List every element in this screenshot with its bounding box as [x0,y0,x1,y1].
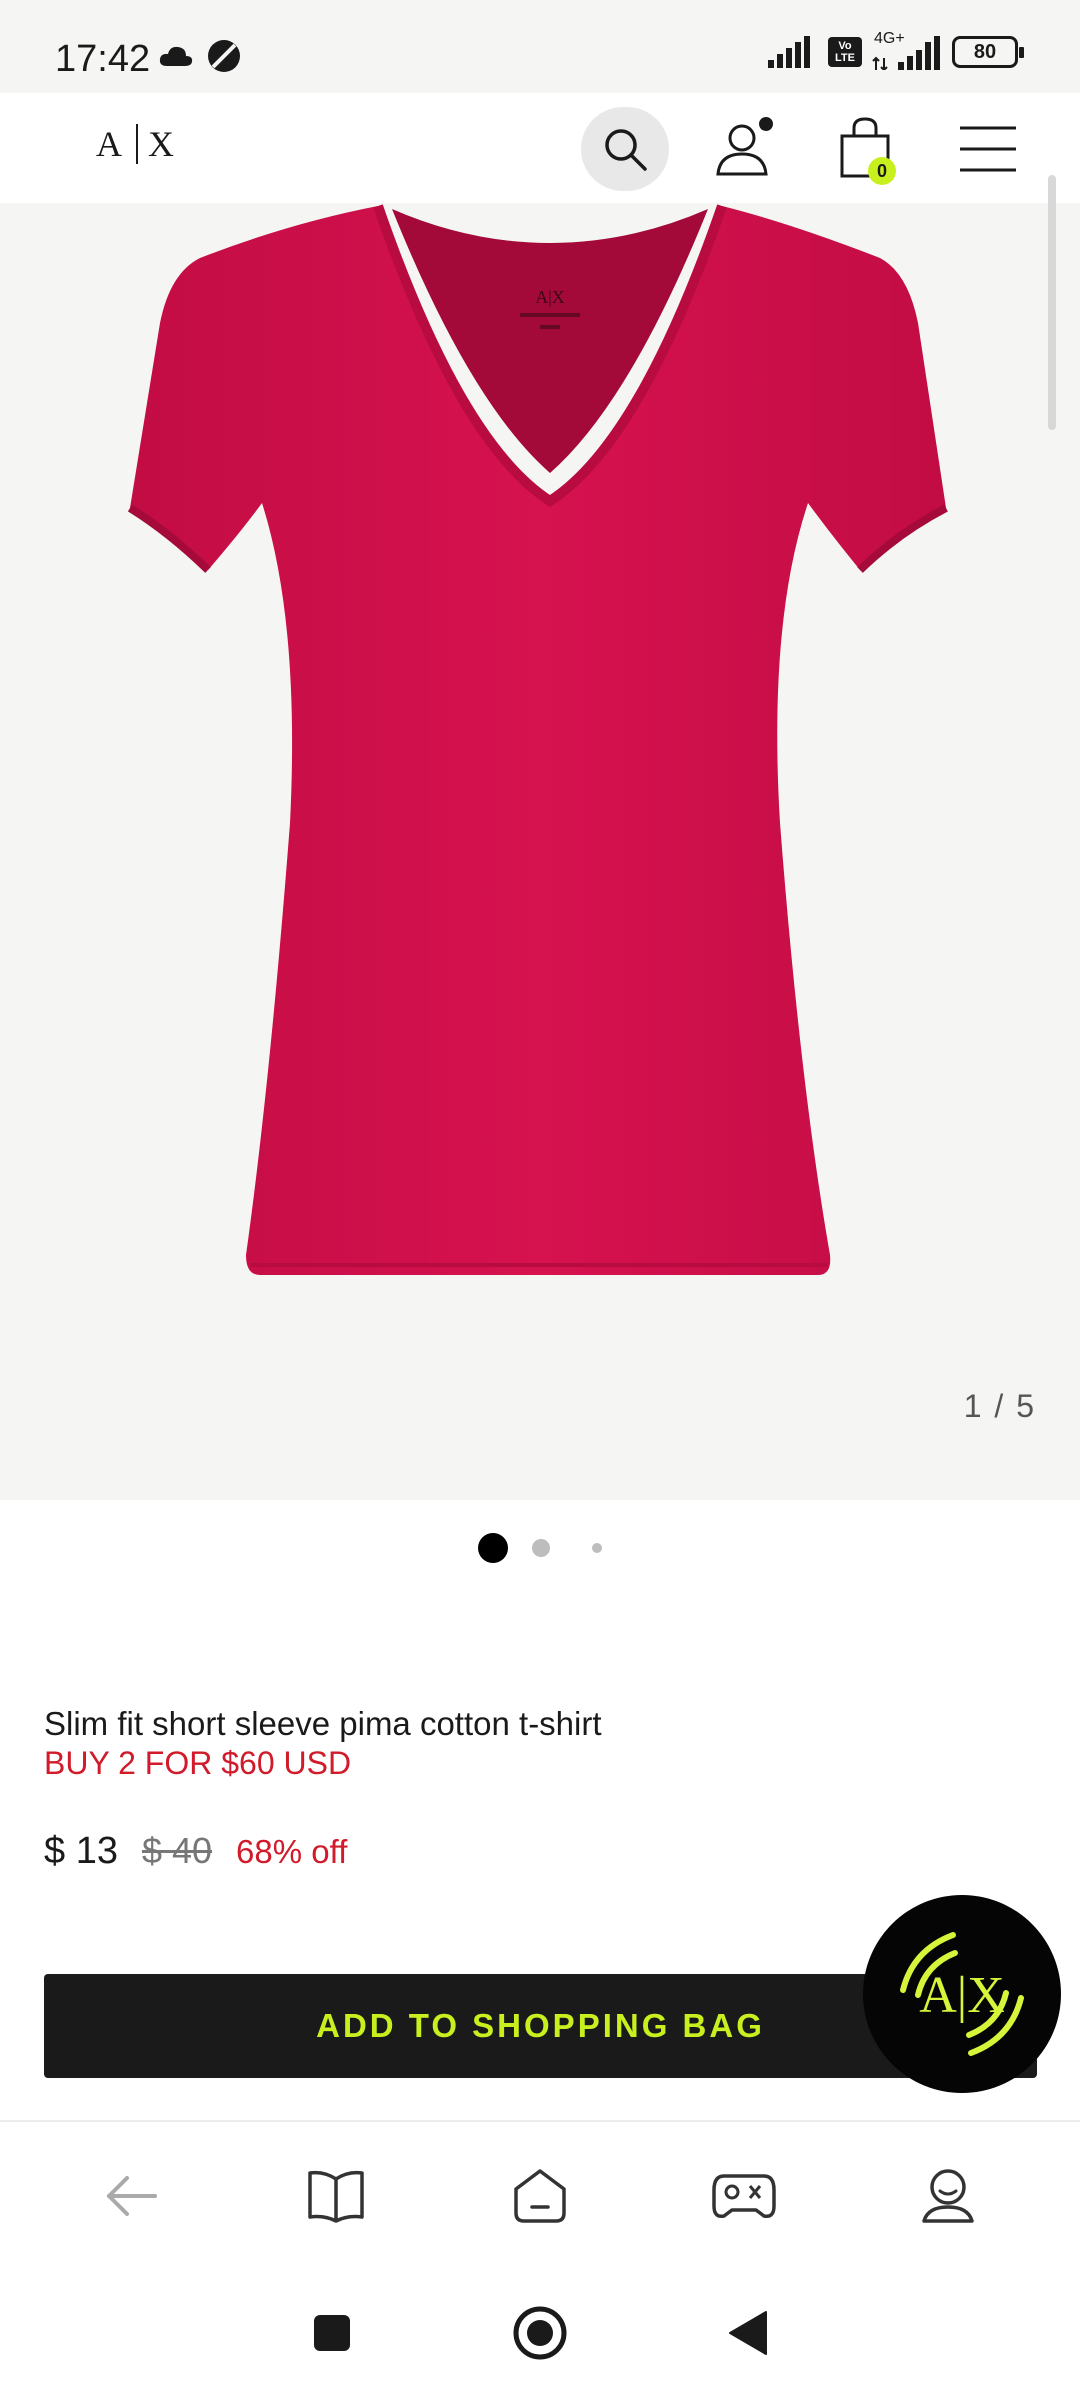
back-triangle-icon [729,2310,767,2355]
status-bar: 17:42 Vo LTE 4G+ 80 [0,0,1080,93]
home-icon [514,2169,566,2223]
logo-a: A [96,124,126,164]
search-icon [605,129,647,171]
back-arrow-icon [107,2176,157,2216]
pagination-dot[interactable] [532,1539,550,1557]
system-navigation-bar [0,2270,1080,2400]
page-scrollbar[interactable] [1048,175,1056,430]
system-back-button[interactable] [728,2310,768,2361]
svg-text:A|X: A|X [535,287,565,307]
gallery-pagination [0,1533,1080,1563]
site-header: AX 0 [0,93,1080,203]
signal-icon [768,36,810,68]
product-image: A|X [127,204,948,1275]
cart-count-badge: 0 [868,157,896,185]
add-to-bag-label: ADD TO SHOPPING BAG [316,2007,765,2044]
status-system-icons: Vo LTE 4G+ 80 [768,30,1024,72]
shopping-bag-button[interactable]: 0 [824,107,908,191]
current-price: $ 13 [44,1830,118,1872]
cloud-icon [159,46,193,66]
nav-bookmarks-button[interactable] [291,2151,381,2241]
ax-logo-icon: A|X [900,1932,1024,2056]
promo-text: BUY 2 FOR $60 USD [44,1745,352,1781]
status-time: 17:42 [55,38,151,80]
gamepad-icon [712,2174,776,2219]
no-disturb-icon [208,40,240,72]
system-home-button[interactable] [512,2305,568,2366]
volte-icon: Vo LTE [828,37,862,67]
product-image-gallery[interactable]: A|X 1 / 5 [0,203,1080,1500]
status-notification-icons [158,38,242,74]
recents-button[interactable] [312,2313,352,2358]
hamburger-menu-icon [960,126,1016,172]
nav-profile-button[interactable] [903,2151,993,2241]
browser-bottom-nav [0,2122,1080,2270]
nav-games-button[interactable] [699,2151,789,2241]
logo-x: X [148,124,178,164]
price-row: $ 13 $ 40 68% off [44,1830,347,1873]
product-title: Slim fit short sleeve pima cotton t-shir… [44,1705,602,1742]
account-button[interactable] [703,107,787,191]
discount-label: 68% off [236,1833,348,1870]
original-price: $ 40 [141,1830,213,1871]
profile-icon [922,2169,974,2223]
search-button[interactable] [581,107,669,191]
pagination-dot[interactable] [592,1543,602,1553]
home-circle-icon [513,2306,567,2359]
brand-logo[interactable]: AX [96,123,178,165]
recents-square-icon [314,2314,350,2351]
image-counter: 1 / 5 [963,1388,1036,1424]
network-type: 4G+ [874,30,905,47]
nav-home-button[interactable] [495,2151,585,2241]
menu-button[interactable] [946,107,1030,191]
nav-back-button[interactable] [87,2151,177,2241]
pagination-dot-active[interactable] [478,1533,508,1563]
user-icon [716,117,773,176]
book-icon [308,2170,364,2223]
signal-4g-icon: 4G+ [872,30,942,72]
chat-assistant-button[interactable]: A|X [863,1895,1061,2093]
chat-logo-text: A|X [919,1967,1005,2024]
battery-indicator: 80 [952,36,1024,68]
